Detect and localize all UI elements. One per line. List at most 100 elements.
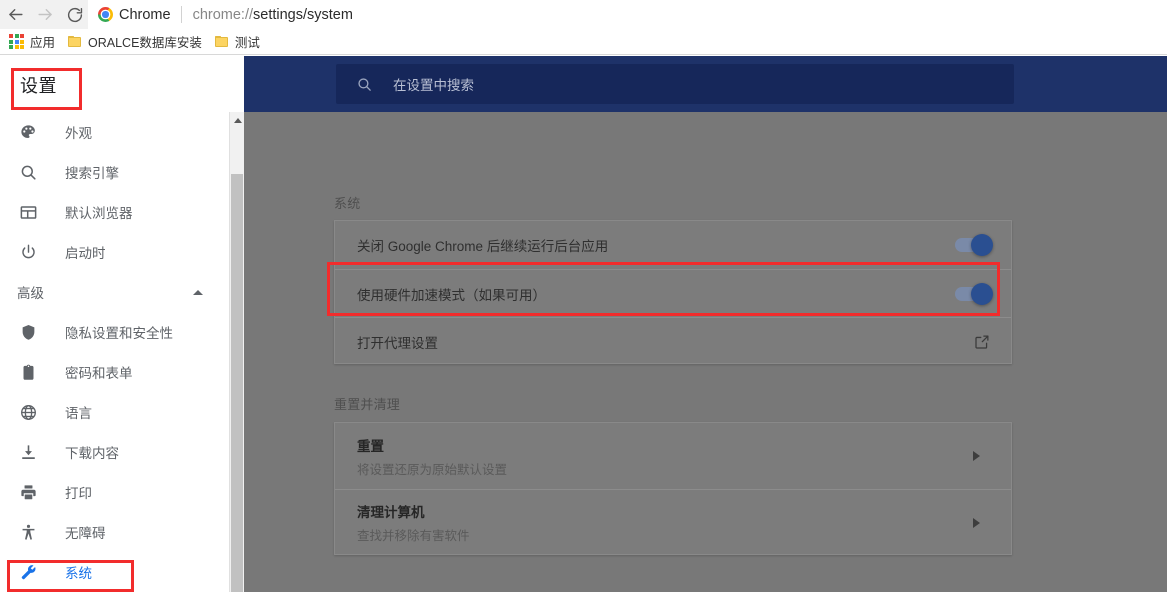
section-heading-reset-cleanup: 重置并清理 — [334, 397, 401, 412]
clipboard-icon — [17, 361, 39, 383]
sidebar-item-downloads[interactable]: 下载内容 — [0, 432, 231, 472]
settings-main: 在设置中搜索 系统 关闭 Google Chrome 后继续运行后台应用 使用硬… — [244, 56, 1167, 592]
sidebar-item-privacy-security[interactable]: 隐私设置和安全性 — [0, 312, 231, 352]
bookmark-apps[interactable]: 应用 — [3, 30, 62, 53]
settings-sidebar: 设置 外观 搜索引擎 默认浏览器 启动时 高级 隐私设置和安全性 密码和表单 语… — [0, 56, 244, 592]
palette-icon — [17, 121, 39, 143]
sidebar-scrollbar[interactable] — [229, 112, 244, 592]
chevron-up-icon — [193, 289, 203, 295]
back-button[interactable] — [0, 0, 30, 29]
row-title: 重置 — [357, 438, 384, 454]
chrome-logo-icon — [98, 7, 113, 22]
sidebar-item-default-browser[interactable]: 默认浏览器 — [0, 192, 231, 232]
omnibox-url-path: settings/system — [253, 6, 353, 23]
folder-icon — [214, 35, 229, 48]
accessibility-icon — [17, 521, 39, 543]
shield-icon — [17, 321, 39, 343]
bookmark-test[interactable]: 测试 — [209, 30, 267, 53]
sidebar-item-label: 隐私设置和安全性 — [65, 326, 173, 341]
browser-window-icon — [17, 201, 39, 223]
row-open-proxy-settings[interactable]: 打开代理设置 — [335, 317, 1011, 365]
card-reset-cleanup: 重置 将设置还原为原始默认设置 清理计算机 查找并移除有害软件 — [334, 422, 1012, 555]
settings-content: 系统 关闭 Google Chrome 后继续运行后台应用 使用硬件加速模式（如… — [244, 112, 1167, 592]
bookmark-label: 测试 — [234, 36, 260, 50]
row-subtitle: 将设置还原为原始默认设置 — [357, 462, 508, 477]
toggle-background-apps[interactable] — [955, 234, 993, 256]
chevron-right-icon — [973, 517, 987, 528]
sidebar-item-accessibility[interactable]: 无障碍 — [0, 512, 231, 552]
row-reset-settings[interactable]: 重置 将设置还原为原始默认设置 — [335, 423, 1011, 489]
sidebar-section-advanced[interactable]: 高级 — [0, 272, 231, 312]
section-heading-system: 系统 — [334, 196, 361, 211]
sidebar-item-label: 系统 — [65, 566, 92, 581]
power-icon — [17, 241, 39, 263]
omnibox-divider — [180, 6, 182, 23]
reload-button[interactable] — [60, 0, 90, 29]
row-background-apps[interactable]: 关闭 Google Chrome 后继续运行后台应用 — [335, 221, 1011, 269]
printer-icon — [17, 481, 39, 503]
row-hardware-acceleration[interactable]: 使用硬件加速模式（如果可用） — [335, 269, 1011, 317]
sidebar-item-label: 打印 — [65, 486, 92, 501]
sidebar-item-search-engine[interactable]: 搜索引擎 — [0, 152, 231, 192]
row-label: 使用硬件加速模式（如果可用） — [357, 287, 546, 303]
folder-icon — [68, 35, 82, 48]
scrollbar-thumb[interactable] — [231, 174, 243, 592]
settings-search-header: 在设置中搜索 — [244, 56, 1167, 112]
sidebar-item-label: 下载内容 — [65, 446, 119, 461]
forward-button[interactable] — [30, 0, 60, 29]
search-input[interactable]: 在设置中搜索 — [336, 64, 1014, 104]
scroll-up-arrow-icon[interactable] — [233, 118, 242, 123]
browser-window: Chrome chrome://settings/system 应用 ORALC… — [0, 0, 1167, 592]
sidebar-item-label: 密码和表单 — [65, 366, 133, 381]
row-texts: 重置 将设置还原为原始默认设置 — [357, 435, 973, 478]
sidebar-section-label: 高级 — [17, 286, 44, 301]
toggle-hardware-acceleration[interactable] — [955, 282, 993, 305]
sidebar-item-system[interactable]: 系统 — [0, 552, 231, 592]
sidebar-item-passwords-forms[interactable]: 密码和表单 — [0, 352, 231, 392]
sidebar-item-label: 默认浏览器 — [65, 206, 133, 221]
sidebar-item-appearance[interactable]: 外观 — [0, 112, 231, 152]
bookmark-oralce[interactable]: ORALCE数据库安装 — [62, 30, 209, 53]
forward-arrow-icon — [37, 9, 52, 20]
sidebar-item-label: 搜索引擎 — [65, 166, 119, 181]
sidebar-item-printing[interactable]: 打印 — [0, 472, 231, 512]
browser-toolbar: Chrome chrome://settings/system — [0, 0, 1167, 29]
apps-grid-icon — [9, 34, 24, 49]
wrench-icon — [17, 561, 39, 583]
sidebar-item-on-startup[interactable]: 启动时 — [0, 232, 231, 272]
chevron-right-icon — [973, 451, 987, 461]
sidebar-item-label: 启动时 — [65, 246, 106, 261]
row-label: 打开代理设置 — [357, 335, 438, 351]
settings-page: 设置 外观 搜索引擎 默认浏览器 启动时 高级 隐私设置和安全性 密码和表单 语… — [0, 56, 1167, 592]
bookmarks-bar: 应用 ORALCE数据库安装 测试 — [0, 29, 1167, 55]
sidebar-item-languages[interactable]: 语言 — [0, 392, 231, 432]
address-bar[interactable]: Chrome chrome://settings/system — [88, 0, 1167, 29]
row-texts: 清理计算机 查找并移除有害软件 — [357, 501, 973, 544]
search-icon — [17, 161, 39, 183]
globe-icon — [17, 401, 39, 423]
toggle-knob — [971, 234, 993, 256]
sidebar-item-label: 无障碍 — [65, 526, 106, 541]
omnibox-chrome-badge: Chrome — [98, 7, 171, 23]
search-icon — [354, 74, 374, 94]
card-system: 关闭 Google Chrome 后继续运行后台应用 使用硬件加速模式（如果可用… — [334, 220, 1012, 364]
sidebar-item-label: 语言 — [65, 406, 92, 421]
row-clean-up-computer[interactable]: 清理计算机 查找并移除有害软件 — [335, 489, 1011, 555]
bookmark-label: ORALCE数据库安装 — [88, 36, 202, 50]
row-subtitle: 查找并移除有害软件 — [357, 529, 470, 543]
omnibox-url-scheme: chrome:// — [192, 6, 254, 23]
row-title: 清理计算机 — [357, 505, 425, 520]
sidebar-menu: 外观 搜索引擎 默认浏览器 启动时 高级 隐私设置和安全性 密码和表单 语言 下… — [0, 112, 231, 592]
omnibox-url: chrome://settings/system — [193, 7, 353, 23]
bookmark-label: 应用 — [30, 36, 56, 50]
sidebar-item-label: 外观 — [65, 126, 92, 141]
omnibox-chrome-label: Chrome — [119, 6, 171, 23]
search-placeholder: 在设置中搜索 — [393, 78, 474, 93]
toggle-knob — [971, 282, 993, 305]
reload-icon — [67, 7, 83, 22]
page-title: 设置 — [20, 76, 57, 96]
row-label: 关闭 Google Chrome 后继续运行后台应用 — [357, 239, 609, 254]
back-arrow-icon — [8, 9, 23, 20]
download-icon — [17, 441, 39, 463]
external-link-icon — [973, 333, 991, 351]
